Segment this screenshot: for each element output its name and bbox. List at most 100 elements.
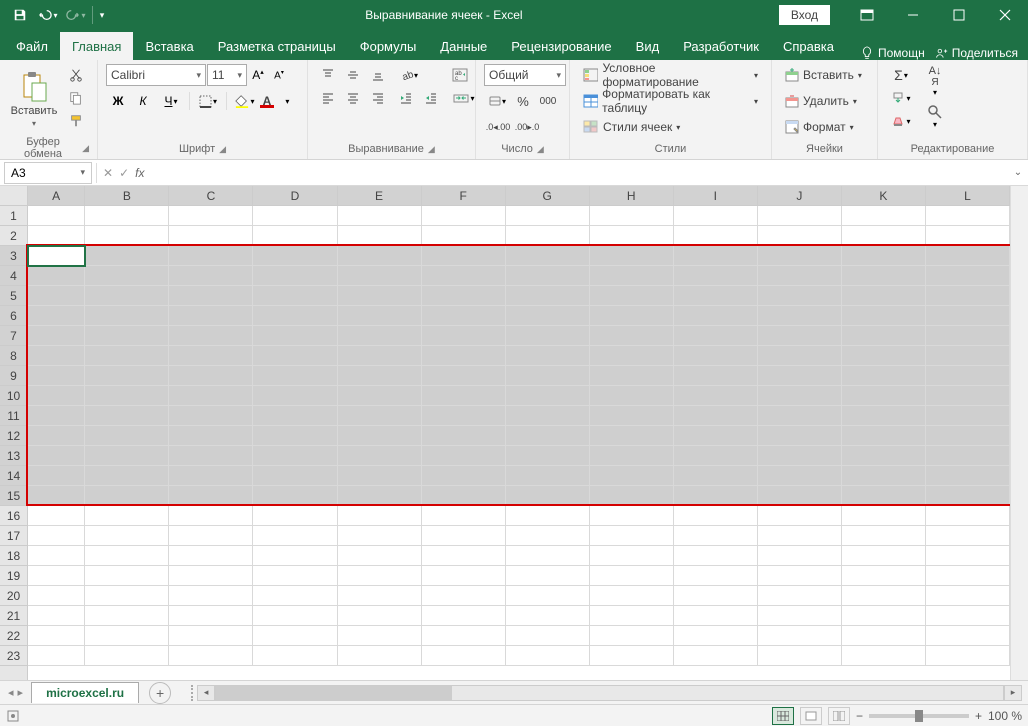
cell[interactable] (674, 646, 758, 666)
cell[interactable] (338, 486, 422, 506)
tab-разработчик[interactable]: Разработчик (671, 32, 771, 60)
cell[interactable] (253, 226, 337, 246)
cell[interactable] (926, 466, 1010, 486)
align-bottom-icon[interactable] (366, 64, 390, 86)
cell[interactable] (506, 326, 590, 346)
cell[interactable] (926, 606, 1010, 626)
cell[interactable] (758, 466, 842, 486)
cell[interactable] (842, 466, 926, 486)
column-header[interactable]: E (338, 186, 422, 205)
cell[interactable] (28, 366, 85, 386)
column-header[interactable]: G (506, 186, 590, 205)
cell[interactable] (338, 566, 422, 586)
cell[interactable] (842, 266, 926, 286)
copy-icon[interactable] (64, 87, 88, 109)
select-all-corner[interactable] (0, 186, 28, 206)
cell[interactable] (926, 266, 1010, 286)
cell[interactable] (169, 466, 253, 486)
tell-me-icon[interactable]: Помощн (860, 46, 925, 60)
cell[interactable] (28, 386, 85, 406)
cell[interactable] (758, 506, 842, 526)
cell[interactable] (758, 606, 842, 626)
cell[interactable] (506, 426, 590, 446)
cell[interactable] (674, 366, 758, 386)
vertical-scrollbar[interactable] (1010, 186, 1028, 680)
column-header[interactable]: F (422, 186, 506, 205)
underline-button[interactable]: Ч▾ (156, 90, 186, 112)
cell[interactable] (590, 406, 674, 426)
cell[interactable] (28, 546, 85, 566)
cell[interactable] (590, 606, 674, 626)
cell[interactable] (674, 506, 758, 526)
sheet-tab[interactable]: microexcel.ru (31, 682, 139, 703)
cell[interactable] (590, 526, 674, 546)
cell[interactable] (338, 366, 422, 386)
cell[interactable] (169, 406, 253, 426)
cell[interactable] (842, 366, 926, 386)
cell[interactable] (590, 426, 674, 446)
cell[interactable] (758, 226, 842, 246)
cell[interactable] (506, 386, 590, 406)
cell[interactable] (422, 226, 506, 246)
cell[interactable] (338, 586, 422, 606)
cell[interactable] (758, 346, 842, 366)
tab-главная[interactable]: Главная (60, 32, 133, 60)
expand-formula-bar-icon[interactable]: ⌄ (1008, 167, 1028, 178)
hscroll-right-icon[interactable]: ▸ (1004, 685, 1022, 701)
cell[interactable] (674, 326, 758, 346)
tab-рецензирование[interactable]: Рецензирование (499, 32, 623, 60)
row-header[interactable]: 15 (0, 486, 27, 506)
minimize-icon[interactable] (890, 0, 936, 30)
increase-indent-icon[interactable] (419, 87, 443, 109)
cell[interactable] (506, 406, 590, 426)
cell[interactable] (169, 646, 253, 666)
column-header[interactable]: A (28, 186, 85, 205)
cell[interactable] (842, 566, 926, 586)
cell[interactable] (85, 546, 169, 566)
cell[interactable] (422, 266, 506, 286)
cell[interactable] (506, 566, 590, 586)
fill-icon[interactable]: ▾ (886, 87, 916, 109)
row-header[interactable]: 3 (0, 246, 27, 266)
cell[interactable] (28, 446, 85, 466)
cell[interactable] (926, 246, 1010, 266)
cell[interactable] (674, 206, 758, 226)
cell[interactable] (926, 386, 1010, 406)
row-header[interactable]: 16 (0, 506, 27, 526)
cell[interactable] (28, 286, 85, 306)
cell[interactable] (758, 626, 842, 646)
cell[interactable] (85, 466, 169, 486)
cell[interactable] (674, 426, 758, 446)
row-header[interactable]: 5 (0, 286, 27, 306)
cell[interactable] (674, 266, 758, 286)
cell[interactable] (338, 306, 422, 326)
cell[interactable] (422, 626, 506, 646)
cell[interactable] (338, 286, 422, 306)
cell[interactable] (169, 526, 253, 546)
cell[interactable] (85, 246, 169, 266)
cell[interactable] (253, 406, 337, 426)
cell[interactable] (590, 206, 674, 226)
cell[interactable] (253, 386, 337, 406)
redo-icon[interactable]: ▾ (62, 0, 90, 30)
row-header[interactable]: 4 (0, 266, 27, 286)
cell[interactable] (169, 506, 253, 526)
cell[interactable] (506, 466, 590, 486)
cell[interactable] (758, 526, 842, 546)
clear-icon[interactable]: ▾ (886, 110, 916, 132)
cell[interactable] (85, 626, 169, 646)
cell[interactable] (422, 366, 506, 386)
column-header[interactable]: J (758, 186, 842, 205)
cell[interactable] (926, 306, 1010, 326)
cell[interactable] (28, 466, 85, 486)
cell[interactable] (758, 586, 842, 606)
cell[interactable] (674, 446, 758, 466)
cell[interactable] (422, 426, 506, 446)
cell[interactable] (422, 506, 506, 526)
cell[interactable] (506, 446, 590, 466)
cell[interactable] (338, 426, 422, 446)
column-header[interactable]: D (253, 186, 337, 205)
cell[interactable] (926, 646, 1010, 666)
qat-customize-icon[interactable]: ▾ (95, 0, 109, 30)
cell[interactable] (674, 286, 758, 306)
